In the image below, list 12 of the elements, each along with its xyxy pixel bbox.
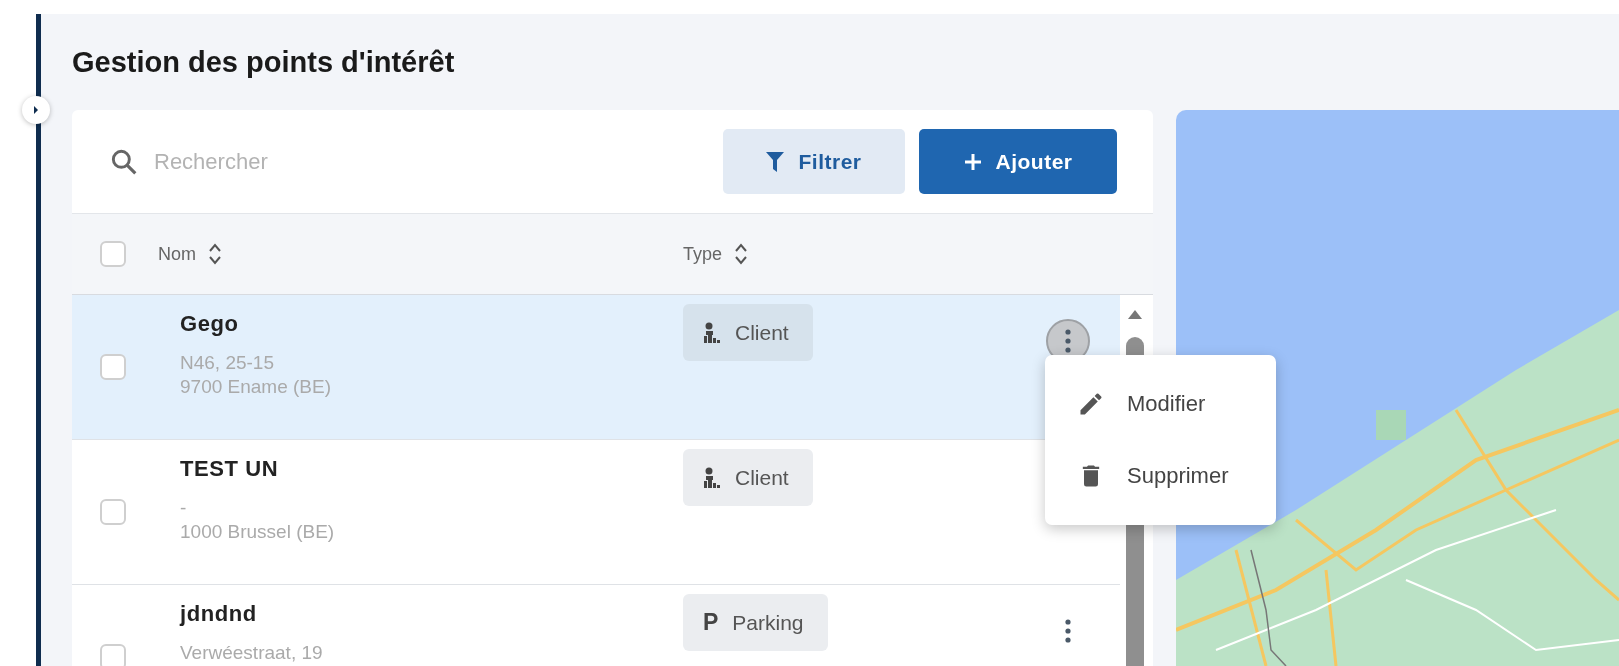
poi-name: TEST UN: [180, 456, 279, 482]
type-tag: Client: [683, 449, 813, 506]
address-line: N46, 25-15: [180, 351, 274, 375]
address-line: Verwéestraat, 19: [180, 641, 323, 665]
address-line: -: [180, 496, 187, 520]
address-line: 9700 Ename (BE): [180, 375, 332, 399]
poi-name: Gego: [180, 311, 239, 337]
type-tag: P Parking: [683, 594, 828, 651]
address-line: 1000 Brussel (BE): [180, 520, 335, 544]
page-title: Gestion des points d'intérêt: [72, 45, 455, 79]
poi-name: jdndnd: [180, 601, 257, 627]
type-tag: Client: [683, 304, 813, 361]
